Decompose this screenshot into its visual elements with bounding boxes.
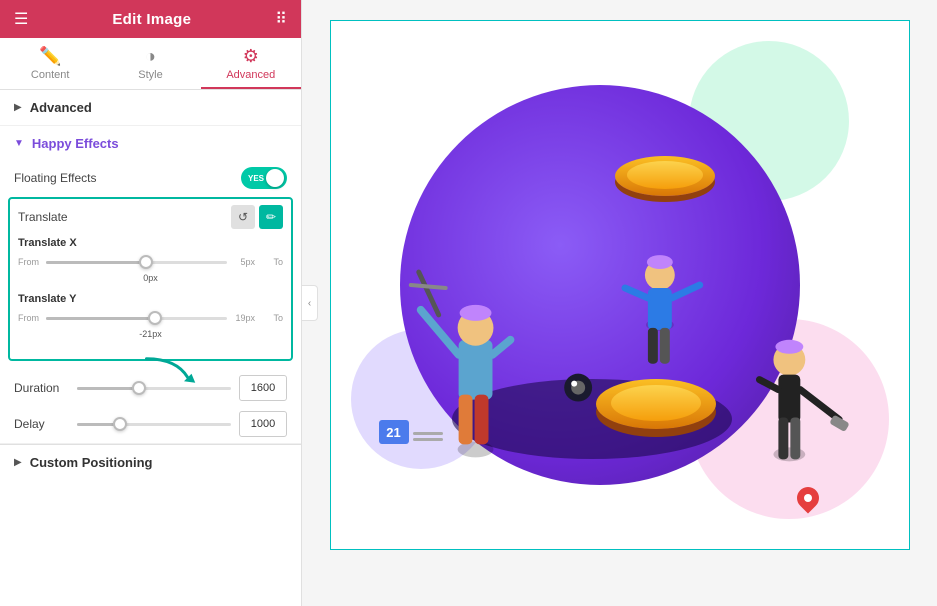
duration-track: [77, 387, 231, 390]
location-pin: [797, 487, 819, 509]
translate-x-current: 0px: [18, 273, 283, 283]
tab-advanced-label: Advanced: [226, 69, 275, 81]
header: ☰ Edit Image ⠿: [0, 0, 301, 38]
duration-input[interactable]: 1600: [239, 375, 287, 401]
translate-x-thumb[interactable]: [139, 255, 153, 269]
translate-x-slider-row: From 5px To: [18, 253, 283, 271]
translate-x-label: Translate X: [18, 237, 283, 249]
custom-positioning[interactable]: ▶ Custom Positioning: [0, 444, 301, 480]
translate-y-label: Translate Y: [18, 293, 283, 305]
translate-y-track: [46, 317, 227, 320]
translate-y-value: 19px: [231, 313, 255, 323]
translate-edit-button[interactable]: ✏: [259, 205, 283, 229]
translate-label: Translate: [18, 210, 68, 224]
happy-effects-header[interactable]: ▼ Happy Effects: [0, 126, 301, 161]
style-icon: ◑: [145, 46, 156, 67]
translate-x-row: Translate X From 5px To 0px: [18, 237, 283, 283]
floating-effects-row: Floating Effects YES: [0, 161, 301, 197]
advanced-section-label: Advanced: [30, 100, 92, 115]
tab-content[interactable]: ✏️ Content: [0, 38, 100, 89]
advanced-icon: ⚙: [243, 46, 259, 67]
delay-label: Delay: [14, 417, 69, 431]
translate-x-to-label: To: [259, 257, 283, 267]
translate-y-slider-row: From 19px To: [18, 309, 283, 327]
duration-label: Duration: [14, 381, 69, 395]
translate-x-fill: [46, 261, 146, 264]
grid-icon[interactable]: ⠿: [275, 9, 287, 29]
translate-y-row: Translate Y From 19px To -21px: [18, 293, 283, 339]
floating-effects-toggle[interactable]: YES: [241, 167, 287, 189]
translate-box: Translate ↺ ✏ Translate X From: [8, 197, 293, 361]
happy-effects-arrow-icon: ▼: [14, 138, 24, 149]
panel-body: ▶ Advanced ▼ Happy Effects Floating Effe…: [0, 90, 301, 606]
tabs-bar: ✏️ Content ◑ Style ⚙ Advanced: [0, 38, 301, 90]
tab-advanced[interactable]: ⚙ Advanced: [201, 38, 301, 89]
custom-pos-arrow-icon: ▶: [14, 457, 22, 468]
delay-input[interactable]: 1000: [239, 411, 287, 437]
pin-dot: [804, 494, 812, 502]
happy-effects-label: Happy Effects: [32, 136, 119, 151]
duration-row: Duration 1600: [0, 371, 301, 407]
translate-y-to-label: To: [259, 313, 283, 323]
collapse-panel-button[interactable]: ‹: [302, 285, 318, 321]
tab-style[interactable]: ◑ Style: [100, 38, 200, 89]
duration-fill: [77, 387, 139, 390]
right-area: 21: [302, 0, 937, 606]
delay-track: [77, 423, 231, 426]
translate-y-from-label: From: [18, 313, 42, 323]
left-panel: ☰ Edit Image ⠿ ✏️ Content ◑ Style ⚙ Adva…: [0, 0, 302, 606]
badge-number: 21: [386, 425, 400, 440]
translate-x-track: [46, 261, 227, 264]
toggle-knob: [266, 169, 284, 187]
number-badge: 21: [379, 420, 409, 444]
tab-style-label: Style: [138, 69, 162, 81]
pin-container: [797, 487, 819, 509]
delay-slider[interactable]: [77, 415, 231, 433]
dash-line-2: [413, 438, 443, 441]
section-happy-effects: ▼ Happy Effects Floating Effects YES Tra…: [0, 126, 301, 444]
translate-x-value: 5px: [231, 257, 255, 267]
characters-svg: [331, 21, 909, 549]
delay-thumb[interactable]: [113, 417, 127, 431]
duration-thumb[interactable]: [132, 381, 146, 395]
translate-actions: ↺ ✏: [231, 205, 283, 229]
canvas-frame[interactable]: 21: [330, 20, 910, 550]
illustration: 21: [331, 21, 909, 549]
translate-y-slider[interactable]: [46, 309, 227, 327]
toggle-yes-text: YES: [248, 174, 264, 183]
translate-y-fill: [46, 317, 155, 320]
custom-pos-label: Custom Positioning: [30, 455, 153, 470]
section-advanced[interactable]: ▶ Advanced: [0, 90, 301, 126]
dash-line-1: [413, 432, 443, 435]
dash-lines: [413, 432, 443, 441]
header-title: Edit Image: [112, 11, 191, 28]
tab-content-label: Content: [31, 69, 70, 81]
delay-row: Delay 1000: [0, 407, 301, 443]
translate-refresh-button[interactable]: ↺: [231, 205, 255, 229]
translate-y-thumb[interactable]: [148, 311, 162, 325]
translate-header: Translate ↺ ✏: [18, 205, 283, 229]
content-icon: ✏️: [39, 46, 61, 67]
hamburger-icon[interactable]: ☰: [14, 9, 28, 29]
advanced-arrow-icon: ▶: [14, 102, 22, 113]
translate-y-current: -21px: [18, 329, 283, 339]
duration-slider[interactable]: [77, 379, 231, 397]
translate-x-slider[interactable]: [46, 253, 227, 271]
floating-effects-label: Floating Effects: [14, 171, 97, 185]
translate-x-from-label: From: [18, 257, 42, 267]
